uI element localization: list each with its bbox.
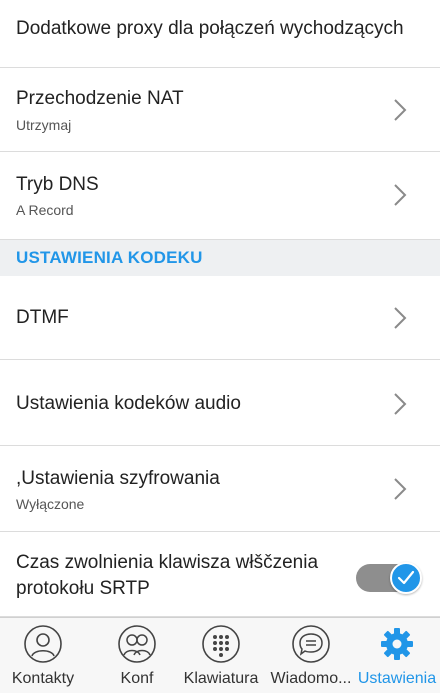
outbound-proxy-row[interactable]: Dodatkowe proxy dla połączeń wychodzącyc…	[0, 0, 440, 68]
tab-contacts-label: Kontakty	[11, 670, 75, 687]
srtp-key-release-title-line2: protokołu SRTP	[16, 578, 150, 599]
tab-contacts[interactable]: Kontakty	[0, 618, 86, 693]
encryption-row[interactable]: ,Ustawienia szyfrowania Wyłączone	[0, 446, 440, 532]
chevron-right-icon	[394, 478, 407, 500]
dtmf-row[interactable]: DTMF	[0, 276, 440, 360]
toggle-thumb	[390, 562, 422, 594]
chevron-right-icon	[394, 99, 407, 121]
nat-traversal-value: Utrzymaj	[16, 117, 72, 133]
checkmark-icon	[397, 570, 415, 585]
audio-codecs-title: Ustawienia kodeków audio	[16, 393, 241, 414]
tab-messages-label: Wiadomo...	[270, 670, 352, 687]
chevron-right-icon	[394, 184, 407, 206]
conference-icon	[118, 625, 156, 663]
dns-mode-row[interactable]: Tryb DNS A Record	[0, 152, 440, 240]
dtmf-title: DTMF	[16, 307, 69, 328]
messages-icon	[292, 625, 330, 663]
codec-section-header: USTAWIENIA KODEKU	[0, 240, 440, 276]
tab-settings-label: Ustawienia	[357, 670, 437, 687]
codec-section-label: USTAWIENIA KODEKU	[16, 248, 203, 267]
dns-mode-title: Tryb DNS	[16, 174, 99, 195]
nat-traversal-row[interactable]: Przechodzenie NAT Utrzymaj	[0, 68, 440, 152]
chevron-right-icon	[394, 307, 407, 329]
encryption-value: Wyłączone	[16, 496, 85, 512]
outbound-proxy-title: Dodatkowe proxy dla połączeń wychodzącyc…	[16, 18, 404, 39]
nat-traversal-title: Przechodzenie NAT	[16, 88, 184, 109]
encryption-title: ,Ustawienia szyfrowania	[16, 468, 220, 489]
tab-settings[interactable]: Ustawienia	[354, 618, 440, 693]
dns-mode-value: A Record	[16, 202, 74, 218]
bottom-tab-bar: Kontakty Konf Klawiatura Wiadomo... Usta…	[0, 617, 440, 693]
audio-codecs-row[interactable]: Ustawienia kodeków audio	[0, 360, 440, 446]
tab-dialpad[interactable]: Klawiatura	[176, 618, 266, 693]
dialpad-icon	[202, 625, 240, 663]
srtp-key-release-title-line1: Czas zwolnienia klawisza włščzenia	[16, 552, 319, 573]
chevron-right-icon	[394, 393, 407, 415]
srtp-key-release-row: Czas zwolnienia klawisza włščzenia proto…	[0, 532, 440, 617]
gear-icon	[381, 628, 413, 660]
srtp-toggle[interactable]	[356, 562, 422, 594]
tab-conference[interactable]: Konf	[94, 618, 180, 693]
tab-messages[interactable]: Wiadomo...	[266, 618, 356, 693]
contacts-icon	[24, 625, 62, 663]
tab-conference-label: Konf	[120, 670, 154, 687]
tab-dialpad-label: Klawiatura	[183, 670, 259, 687]
